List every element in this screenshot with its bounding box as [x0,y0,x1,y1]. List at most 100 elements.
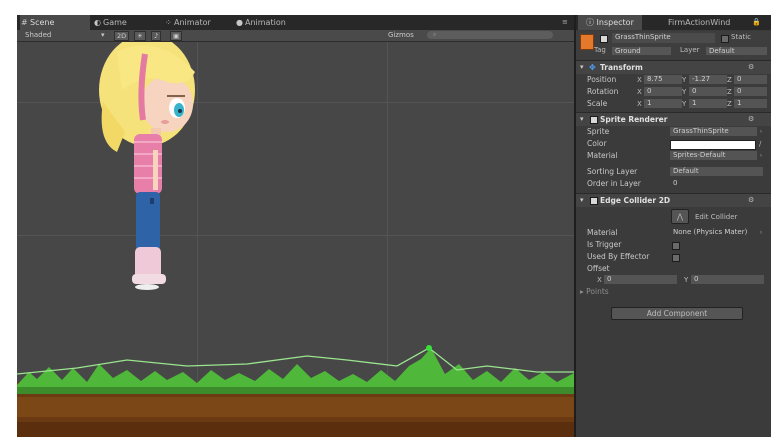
scale-x-field[interactable]: 1 [644,99,682,108]
animation-icon: ● [236,18,243,27]
used-by-effector-checkbox[interactable] [672,254,680,262]
material-label: Material [587,151,618,160]
scene-search-input[interactable]: ⌕ [427,31,553,39]
material-field[interactable]: Sprites-Default [670,151,757,160]
shading-dropdown[interactable]: Shaded [25,31,51,40]
x-axis-label: X [637,100,642,108]
offset-values-row: X 0 Y 0 [576,274,771,286]
hand-shadow [150,198,154,204]
collider-material-field[interactable]: None (Physics Mater) [670,228,757,237]
is-trigger-row: Is Trigger [576,239,771,251]
search-icon: ⌕ [433,31,437,38]
scene-toolbar: Shaded ▾ 2D ☀ ♪ ▣ Gizmos ⌕ [17,30,574,42]
scene-artwork [17,42,574,437]
offset-x-field[interactable]: 0 [604,275,677,284]
gizmos-dropdown[interactable]: Gizmos [388,31,414,40]
gear-icon[interactable]: ⚙ [748,113,754,126]
z-axis-label: Z [727,76,732,84]
tag-dropdown[interactable]: Ground [612,47,671,55]
scale-row: Scale X 1 Y 1 Z 1 [576,98,771,110]
rotation-z-field[interactable]: 0 [734,87,767,96]
collider-point-handle[interactable] [426,345,432,351]
static-label: Static [731,33,752,41]
y-axis-label: Y [682,88,687,96]
sprite-renderer-enabled-checkbox[interactable] [590,116,598,124]
info-icon: ⓘ [586,18,597,27]
points-row: ▸ Points [576,286,771,298]
inspector-panel: ⓘ Inspector FirmActionWind 🔒 GrassThinSp… [576,15,771,437]
is-trigger-checkbox[interactable] [672,242,680,250]
eyedropper-icon[interactable]: ∕ [759,138,761,150]
used-by-effector-label: Used By Effector [587,252,650,261]
points-label[interactable]: ▸ Points [580,286,609,298]
sprite-field[interactable]: GrassThinSprite [670,127,757,136]
scene-tab-bar: # Scene ◐ Game ⁘ Animator ● Animation ≡ [17,15,574,30]
rotation-x-field[interactable]: 0 [644,87,682,96]
object-name-field[interactable]: GrassThinSprite [612,33,715,43]
unity-editor-window: # Scene ◐ Game ⁘ Animator ● Animation ≡ … [17,15,771,437]
audio-toggle-button[interactable]: ♪ [151,31,162,41]
position-y-field[interactable]: -1.27 [689,75,727,84]
transform-header[interactable]: ▾ ✥ Transform ⚙ [576,60,771,74]
order-field[interactable]: 0 [670,179,763,188]
tab-secondary[interactable]: FirmActionWind [668,15,730,30]
dirt-dark-band [17,422,574,437]
sprite-label: Sprite [587,127,610,136]
scale-label: Scale [587,99,608,108]
panel-menu-icon[interactable]: ≡ [562,15,568,30]
foldout-arrow-icon: ▾ [580,63,584,71]
rotation-label: Rotation [587,87,619,96]
transform-icon: ✥ [589,63,596,72]
offset-y-field[interactable]: 0 [691,275,764,284]
dirt-band [17,397,574,417]
active-checkbox[interactable] [600,35,608,43]
tab-secondary-label: FirmActionWind [668,18,731,27]
foldout-arrow-icon: ▾ [580,196,584,204]
sprite-renderer-header[interactable]: ▾ Sprite Renderer ⚙ [576,112,771,126]
color-row: Color ∕ [576,138,771,150]
edit-collider-button[interactable]: ⋀ [671,209,689,224]
tab-game[interactable]: ◐ Game [93,15,153,30]
y-axis-label: Y [684,276,689,284]
sorting-layer-row: Sorting Layer Default [576,166,771,178]
grass-strip[interactable] [17,348,574,387]
position-row: Position X 8.75 Y -1.27 Z 0 [576,74,771,86]
lighting-toggle-button[interactable]: ☀ [134,31,146,41]
tab-animator[interactable]: ⁘ Animator [164,15,234,30]
tab-animation-label: Animation [245,18,286,27]
edge-collider-header[interactable]: ▾ Edge Collider 2D ⚙ [576,193,771,207]
2d-toggle-button[interactable]: 2D [114,31,130,41]
tab-inspector[interactable]: ⓘ Inspector [578,15,642,30]
scale-z-field[interactable]: 1 [734,99,767,108]
position-z-field[interactable]: 0 [734,75,767,84]
effects-toggle-button[interactable]: ▣ [170,31,183,41]
scene-view[interactable] [17,42,574,437]
grid-icon: # [21,18,28,27]
object-picker-icon[interactable]: ◦ [759,227,763,239]
gear-icon[interactable]: ⚙ [748,61,754,74]
static-checkbox[interactable] [721,35,729,43]
sorting-layer-dropdown[interactable]: Default [670,167,763,176]
edge-collider-enabled-checkbox[interactable] [590,197,598,205]
edge-collider-title: Edge Collider 2D [600,196,671,205]
used-by-effector-row: Used By Effector [576,251,771,263]
rotation-y-field[interactable]: 0 [689,87,727,96]
object-picker-icon[interactable]: ◦ [759,126,763,138]
tab-scene[interactable]: # Scene [20,15,90,30]
tab-inspector-label: Inspector [596,18,634,27]
position-x-field[interactable]: 8.75 [644,75,682,84]
color-swatch[interactable] [670,140,756,150]
object-picker-icon[interactable]: ◦ [759,150,763,162]
character-sprite[interactable] [99,42,195,290]
arm [153,150,158,190]
tab-animation[interactable]: ● Animation [235,15,315,30]
tab-scene-label: Scene [30,18,55,27]
scale-y-field[interactable]: 1 [689,99,727,108]
collider-material-row: Material None (Physics Mater) ◦ [576,227,771,239]
foldout-arrow-icon: ▾ [580,115,584,123]
layer-dropdown[interactable]: Default [706,47,767,55]
add-component-button[interactable]: Add Component [611,307,743,320]
gear-icon[interactable]: ⚙ [748,194,754,207]
lock-icon[interactable]: 🔒 [752,15,761,30]
x-axis-label: X [637,88,642,96]
